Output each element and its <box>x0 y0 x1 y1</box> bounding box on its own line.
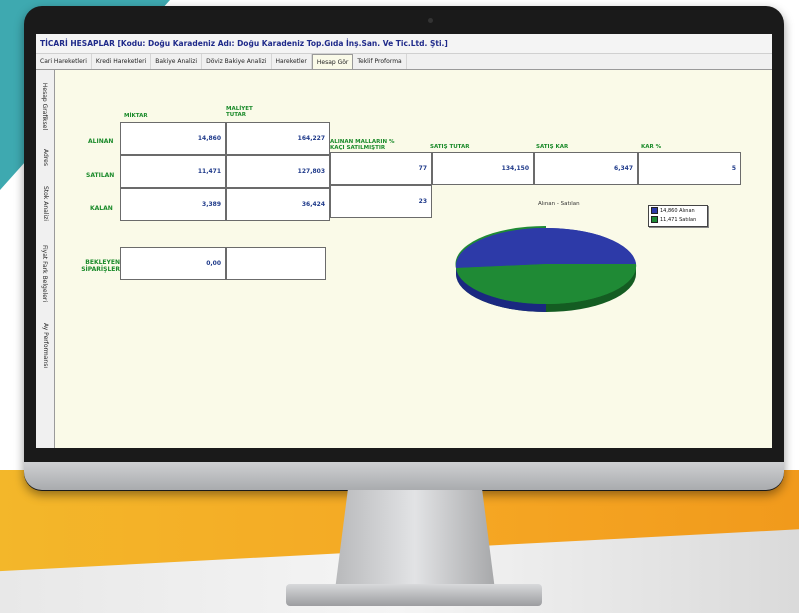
header-maliyet-tutar: MALİYET TUTAR <box>226 106 253 118</box>
tab-kredi-hareketleri[interactable]: Kredi Hareketleri <box>92 54 152 69</box>
row-label-alinan: ALINAN <box>88 138 114 145</box>
window-title: TİCARİ HESAPLAR [Kodu: Doğu Karadeniz Ad… <box>36 34 772 54</box>
side-tab-stok-analizi[interactable]: Stok Analizi <box>36 176 54 230</box>
monitor-base <box>286 584 542 606</box>
cell-satilan-yuzde: 77 <box>330 152 432 185</box>
pie-legend: 14,860 Alınan 11,471 Satılan <box>648 205 708 227</box>
tab-bakiye-analizi[interactable]: Bakiye Analizi <box>151 54 203 69</box>
camera-dot <box>428 18 433 23</box>
cell-satilan-miktar: 11,471 <box>120 155 226 188</box>
tab-cari-hareketleri[interactable]: Cari Hareketleri <box>36 54 92 69</box>
cell-satilan-maliyet: 127,803 <box>226 155 330 188</box>
legend-swatch-satilan <box>651 216 658 223</box>
header-satis-kar: SATIŞ KAR <box>536 144 569 150</box>
cell-alinan-miktar: 14,860 <box>120 122 226 155</box>
row-label-kalan: KALAN <box>90 205 113 212</box>
side-tab-bar: Hesap Grafiksel Adres Stok Analizi Fiyat… <box>36 70 55 448</box>
cell-satilan-kar-yuzde: 5 <box>638 152 741 185</box>
header-miktar: MİKTAR <box>124 113 148 119</box>
app-screen: TİCARİ HESAPLAR [Kodu: Doğu Karadeniz Ad… <box>36 34 772 448</box>
side-tab-hesap-grafiksel[interactable]: Hesap Grafiksel <box>36 74 54 138</box>
side-tab-fiyat-fark-belgeleri[interactable]: Fiyat Fark Belgeleri <box>36 234 54 312</box>
cell-alinan-maliyet: 164,227 <box>226 122 330 155</box>
side-tab-adres[interactable]: Adres <box>36 142 54 172</box>
pie-title: Alınan - Satılan <box>538 201 580 207</box>
header-satis-tutar: SATIŞ TUTAR <box>430 144 470 150</box>
cell-satilan-satis-tutar: 134,150 <box>432 152 534 185</box>
tab-doviz-bakiye-analizi[interactable]: Döviz Bakiye Analizi <box>202 54 272 69</box>
pie-slice-alinan-top <box>455 227 636 268</box>
tab-bar: Cari Hareketleri Kredi Hareketleri Bakiy… <box>36 54 772 70</box>
header-alinan-mallarin: ALINAN MALLARIN % KAÇI SATILMIŞTIR <box>330 139 395 151</box>
side-tab-ay-performansi[interactable]: Ay Performansı <box>36 316 54 374</box>
cell-kalan-maliyet: 36,424 <box>226 188 330 221</box>
cell-satilan-satis-kar: 6,347 <box>534 152 638 185</box>
monitor-chin <box>24 462 784 490</box>
cell-kalan-miktar: 3,389 <box>120 188 226 221</box>
row-label-satilan: SATILAN <box>86 172 115 179</box>
header-kar-yuzde: KAR % <box>641 144 662 150</box>
tab-hesap-gor[interactable]: Hesap Gör <box>311 54 354 69</box>
pie-chart <box>455 225 637 312</box>
cell-bekleyen-empty <box>226 247 326 280</box>
monitor-stand <box>335 490 495 590</box>
legend-swatch-alinan <box>651 207 658 214</box>
cell-bekleyen-siparisler: 0,00 <box>120 247 226 280</box>
tab-hareketler[interactable]: Hareketler <box>272 54 312 69</box>
row-label-bekleyen-siparisler: BEKLEYEN SİPARİŞLER <box>81 259 120 273</box>
legend-item-alinan: 14,860 Alınan <box>649 206 707 215</box>
tab-teklif-proforma[interactable]: Teklif Proforma <box>353 54 407 69</box>
cell-kalan-yuzde: 23 <box>330 185 432 218</box>
legend-item-satilan: 11,471 Satılan <box>649 215 707 224</box>
